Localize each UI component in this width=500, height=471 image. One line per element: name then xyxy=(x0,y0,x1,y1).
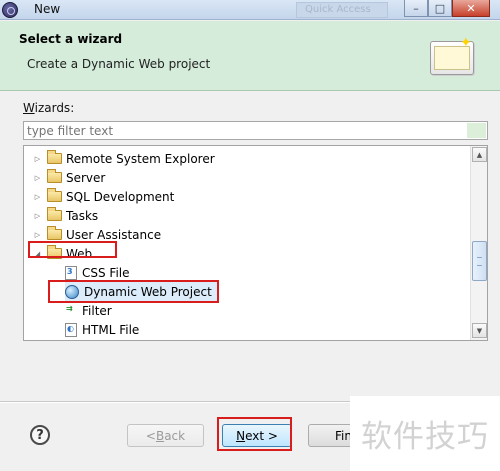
scroll-down-icon[interactable]: ▼ xyxy=(472,323,487,338)
banner-description: Create a Dynamic Web project xyxy=(27,57,211,71)
wizard-tree[interactable]: ▷ Remote System Explorer ▷ Server ▷ SQL … xyxy=(23,145,488,341)
html-file-icon: ◐ xyxy=(65,322,77,337)
wizard-banner: Select a wizard Create a Dynamic Web pro… xyxy=(0,21,500,91)
tree-item-sql-development[interactable]: ▷ SQL Development xyxy=(33,187,479,206)
folder-icon xyxy=(47,169,62,183)
wizards-label: Wizards: xyxy=(23,101,75,115)
tree-item-label: CSS File xyxy=(82,265,130,280)
expand-icon[interactable]: ▷ xyxy=(33,155,42,163)
scroll-thumb[interactable] xyxy=(472,241,487,281)
tree-item-tasks[interactable]: ▷ Tasks xyxy=(33,206,479,225)
scroll-up-icon[interactable]: ▲ xyxy=(472,147,487,162)
folder-icon xyxy=(47,226,62,240)
window-title: New xyxy=(34,2,61,16)
expand-icon[interactable]: ▷ xyxy=(33,212,42,220)
folder-icon xyxy=(47,207,62,221)
tree-item-remote-system-explorer[interactable]: ▷ Remote System Explorer xyxy=(33,149,479,168)
eclipse-app-icon xyxy=(2,2,18,18)
web-highlight-box xyxy=(28,241,117,258)
tree-item-label: Tasks xyxy=(66,208,99,223)
watermark: 软件技巧 xyxy=(350,396,500,471)
folder-icon xyxy=(47,150,62,164)
tree-item-label: Remote System Explorer xyxy=(66,151,215,166)
expand-icon[interactable]: ▷ xyxy=(33,193,42,201)
banner-title: Select a wizard xyxy=(19,32,123,46)
close-button[interactable]: ✕ xyxy=(452,0,490,17)
back-button[interactable]: < Back xyxy=(127,424,204,447)
filter-input[interactable] xyxy=(23,121,488,140)
help-icon[interactable]: ? xyxy=(30,425,50,445)
maximize-button[interactable]: □ xyxy=(428,0,452,17)
css-file-icon: 3 xyxy=(65,265,77,280)
tree-item-html-file[interactable]: ◐ HTML File xyxy=(65,320,487,339)
tree-scrollbar[interactable]: ▲ ▼ xyxy=(470,146,487,340)
background-quick-access: Quick Access xyxy=(296,2,388,18)
tree-item-label: HTML File xyxy=(82,322,140,337)
tree-item-label: Filter xyxy=(82,303,112,318)
expand-icon[interactable]: ▷ xyxy=(33,231,42,239)
folder-icon xyxy=(47,188,62,202)
tree-item-label: Server xyxy=(66,170,106,185)
filter-icon: ⇉ xyxy=(65,303,77,318)
minimize-button[interactable]: – xyxy=(404,0,428,17)
expand-icon[interactable]: ▷ xyxy=(33,174,42,182)
dynamic-web-project-highlight-box xyxy=(48,280,219,303)
tree-item-server[interactable]: ▷ Server xyxy=(33,168,479,187)
tree-item-label: User Assistance xyxy=(66,227,162,242)
sparkle-icon: ✦ xyxy=(460,35,472,51)
tree-item-label: SQL Development xyxy=(66,189,175,204)
title-bar: New Quick Access – □ ✕ xyxy=(0,0,500,20)
next-highlight-box xyxy=(217,417,292,451)
clear-filter-icon[interactable] xyxy=(467,123,486,138)
tree-item-filter[interactable]: ⇉ Filter xyxy=(65,301,487,320)
